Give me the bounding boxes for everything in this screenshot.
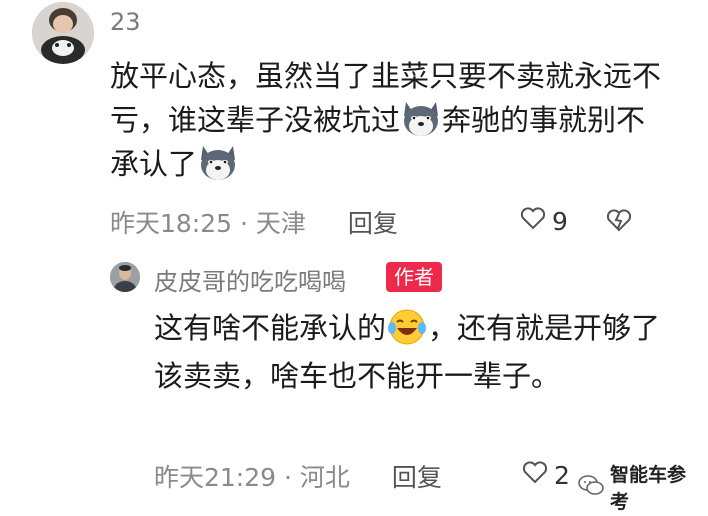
laughing-tears-emoji-icon [386,306,428,348]
heart-icon [522,460,548,490]
like-count: 2 [554,460,570,490]
comment-username[interactable]: 23 [110,8,141,36]
avatar[interactable] [32,2,94,64]
wechat-icon [578,474,604,501]
watermark: 智能车参考 [574,458,708,516]
husky-doge-emoji-icon [400,98,442,140]
author-badge: 作者 [386,262,442,292]
reply-button[interactable]: 回复 [392,463,442,492]
husky-doge-emoji-icon [197,142,239,184]
dislike-button[interactable] [606,208,632,236]
meta-separator: · [284,463,300,492]
reply-button[interactable]: 回复 [348,209,398,238]
meta-separator: · [240,209,256,238]
like-count: 9 [552,206,568,236]
reply-text: 这有啥不能承认的 ，还有就是开够了该卖卖，啥车也不能开一辈子。 [154,304,674,400]
reply-text-part-1: 这有啥不能承认的 [154,311,387,345]
comment-text: 放平心态，虽然当了韭菜只要不卖就永远不亏，谁这辈子没被坑过 奔驰的事就别不承认了 [110,54,670,186]
like-button[interactable]: 9 [520,206,568,236]
reply-time: 昨天21:29 [154,463,277,492]
reply-location: 河北 [299,463,350,492]
reply-avatar[interactable] [110,262,140,292]
comment-time: 昨天18:25 [110,209,233,238]
reply-meta: 昨天21:29 · 河北 回复 [154,458,442,494]
heart-icon [520,206,546,236]
comment-meta: 昨天18:25 · 天津 回复 [110,204,398,240]
comment-location: 天津 [255,209,306,238]
like-button[interactable]: 2 [522,460,570,490]
reply-username[interactable]: 皮皮哥的吃吃喝喝 [154,262,346,297]
broken-heart-icon [606,209,632,236]
